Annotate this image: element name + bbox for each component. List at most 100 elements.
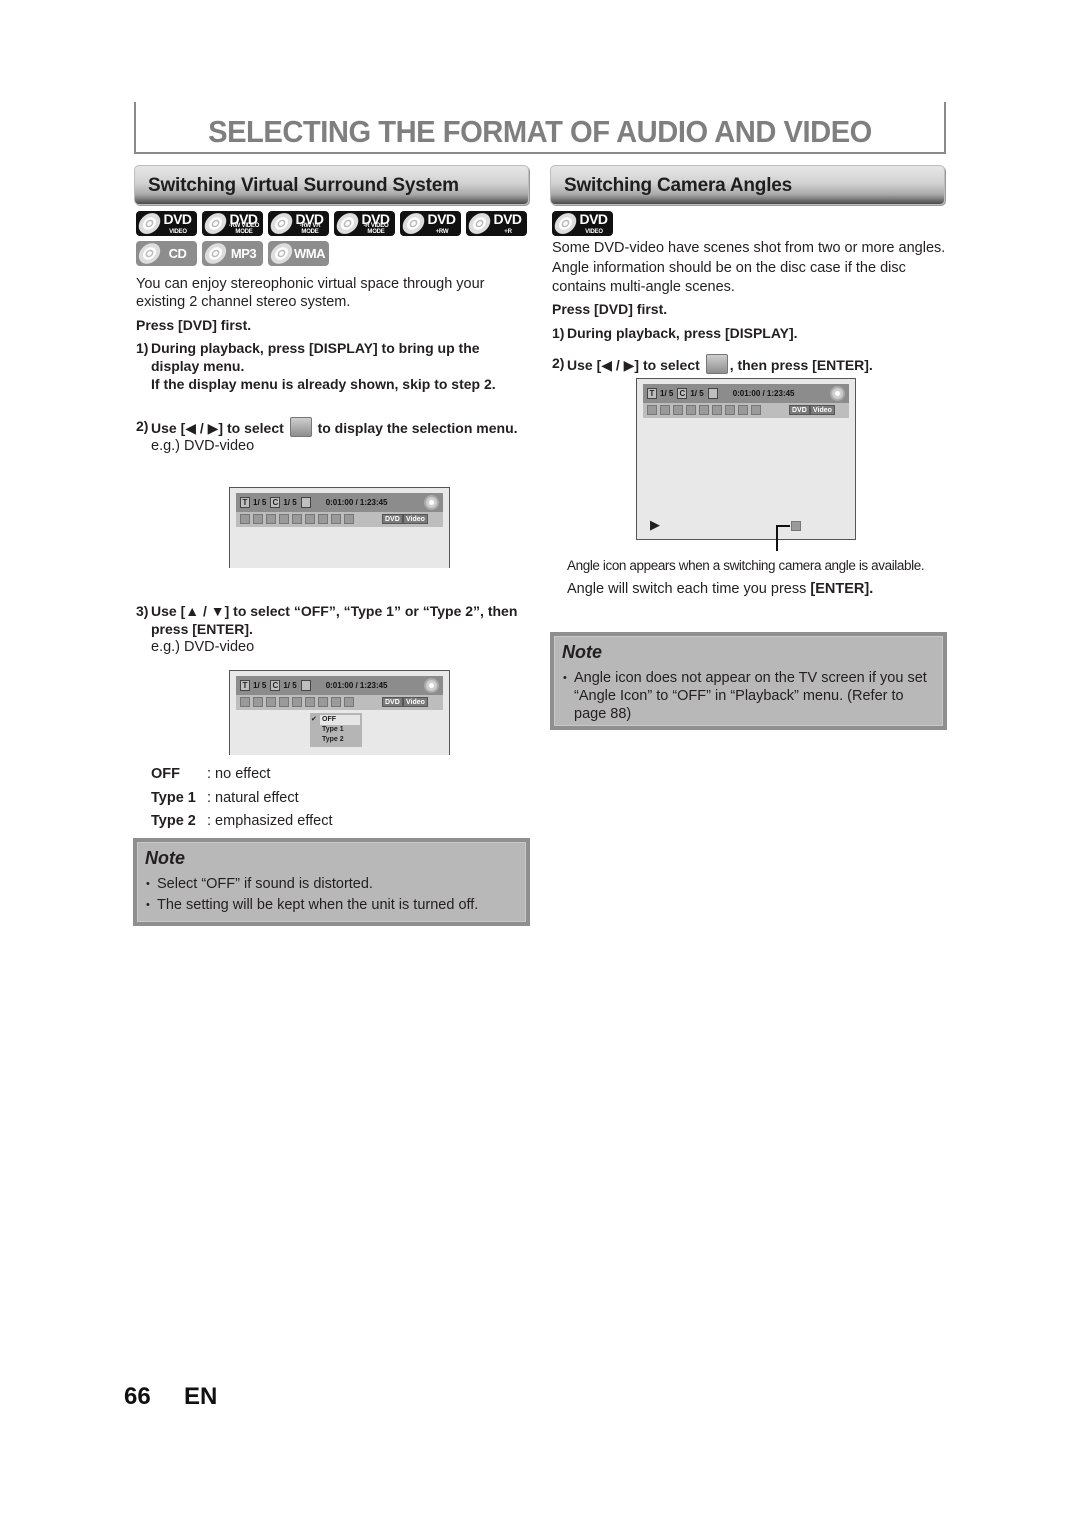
option-key: OFF: [151, 766, 180, 782]
clock-icon: [707, 388, 718, 399]
menu-option-type1[interactable]: Type 1: [310, 725, 362, 735]
note-item: Select “OFF” if sound is distorted.: [145, 875, 373, 893]
step-text: to display the selection menu.: [317, 420, 518, 436]
disc-icon-dvd-video: DVD VIDEO: [552, 211, 613, 236]
title-value: 1/ 5: [253, 498, 267, 507]
disc-icon-dvd-r-video: DVD -R VIDEO MODE: [334, 211, 395, 236]
press-dvd-first: Press [DVD] first.: [136, 317, 252, 333]
page-title: SELECTING THE FORMAT OF AUDIO AND VIDEO: [208, 114, 872, 149]
disc-icon: [268, 243, 295, 264]
osd-status-bar: T 1/ 5 C 1/ 5 0:01:00 / 1:23:45: [236, 493, 443, 512]
video-tag: Video: [403, 514, 428, 524]
menu-option-type2[interactable]: Type 2: [310, 735, 362, 745]
angle-indicator-icon: [791, 521, 801, 531]
osd-icons: [240, 697, 354, 707]
angle-icon: [279, 697, 289, 707]
camera-angle-icon: [705, 354, 728, 374]
time-readout: 0:01:00 / 1:23:45: [732, 389, 795, 398]
disc-icon-dvd-video: DVD VIDEO: [136, 211, 197, 236]
zoom-icon: [331, 514, 341, 524]
osd-screen-example-2: T 1/ 5 C 1/ 5 0:01:00 / 1:23:45 DVD Video …: [229, 670, 450, 755]
disc-icon: [136, 243, 163, 264]
title-box: T: [647, 388, 657, 399]
section-title: Switching Camera Angles: [564, 175, 793, 196]
note-item: The setting will be kept when the unit i…: [145, 896, 478, 914]
step-number: 2): [552, 355, 565, 371]
virtual-surround-icon: [344, 514, 354, 524]
chapter-box: C: [270, 680, 281, 691]
surround-selection-menu: ✔ OFF Type 1 Type 2: [310, 713, 362, 747]
disc-icon-dvd-rw-vr: DVD -RW VR MODE: [268, 211, 329, 236]
step-number: 3): [136, 603, 149, 619]
chapter-value: 1/ 5: [283, 681, 297, 690]
osd-screen-example-1: T 1/ 5 C 1/ 5 0:01:00 / 1:23:45 DVD Video: [229, 487, 450, 568]
play-icon: ▶: [650, 517, 660, 532]
dvd-tag: DVD: [382, 514, 403, 524]
repeat-icon: [292, 697, 302, 707]
disc-sub: VIDEO: [169, 229, 187, 235]
disc-icon: [400, 213, 427, 234]
leader-line-horizontal: [776, 525, 790, 527]
disc-icon-dvd-rw-video: DVD -RW VIDEO MODE: [202, 211, 263, 236]
disc-icon: [202, 213, 229, 234]
title-box: T: [240, 497, 250, 508]
section-header-camera-angles: Switching Camera Angles: [550, 165, 945, 205]
step-text: Use [▲ / ▼] to select “OFF”, “Type 1” or…: [151, 603, 518, 637]
disc-icons-row-2: CD MP3 WMA: [136, 241, 329, 266]
marker-icon: [305, 697, 315, 707]
leader-line-vertical: [776, 525, 778, 551]
disc-icon: [268, 213, 295, 234]
subtitle-icon: [673, 405, 683, 415]
option-desc: : emphasized effect: [207, 813, 333, 829]
marker-icon: [305, 514, 315, 524]
video-tag: Video: [403, 697, 428, 707]
chapter-value: 1/ 5: [283, 498, 297, 507]
osd-status-bar: T 1/ 5 C 1/ 5 0:01:00 / 1:23:45: [236, 676, 443, 695]
option-key: Type 2: [151, 813, 196, 829]
osd-icon-bar: DVD Video: [236, 512, 443, 527]
page-title-box: SELECTING THE FORMAT OF AUDIO AND VIDEO: [134, 102, 946, 154]
disc-sub: +RW: [435, 229, 449, 235]
note-title: Note: [145, 848, 185, 868]
example-label: e.g.) DVD-video: [151, 639, 255, 655]
step-number: 1): [136, 340, 149, 356]
enter-key: [ENTER].: [810, 581, 874, 597]
search-icon: [647, 405, 657, 415]
note-box-left: Note Select “OFF” if sound is distorted.…: [133, 838, 530, 926]
time-readout: 0:01:00 / 1:23:45: [325, 681, 388, 690]
title-box: T: [240, 680, 250, 691]
section-header-virtual-surround: Switching Virtual Surround System: [134, 165, 529, 205]
audio-icon: [253, 697, 263, 707]
note-item: Angle icon does not appear on the TV scr…: [562, 669, 937, 723]
search-icon: [240, 697, 250, 707]
noise-reduction-icon: [318, 697, 328, 707]
osd-icon-bar: DVD Video: [236, 695, 443, 710]
step-text: During playback, press [DISPLAY] to brin…: [151, 340, 480, 374]
note-title: Note: [562, 642, 602, 662]
disc-icon: [424, 678, 439, 693]
step-number: 1): [552, 325, 565, 341]
disc-icons-row-1: DVD VIDEO DVD -RW VIDEO MODE DVD -RW VR MOD…: [136, 211, 527, 236]
clock-icon: [300, 680, 311, 691]
section-title: Switching Virtual Surround System: [148, 175, 459, 196]
disc-label: DVD: [579, 211, 608, 227]
virtual-surround-icon: [751, 405, 761, 415]
menu-option-off[interactable]: ✔ OFF: [311, 715, 360, 725]
dvd-tag: DVD: [382, 697, 403, 707]
step-text: , then press [ENTER].: [729, 357, 873, 373]
text: Angle will switch each time you press: [567, 581, 811, 597]
page-number: 66: [124, 1383, 151, 1410]
chapter-value: 1/ 5: [690, 389, 704, 398]
disc-icon: [202, 243, 229, 264]
dvd-tag: DVD: [789, 405, 810, 415]
intro-text: You can enjoy stereophonic virtual space…: [136, 276, 485, 310]
noise-reduction-icon: [725, 405, 735, 415]
audio-icon: [660, 405, 670, 415]
disc-icon: [424, 495, 439, 510]
disc-sub: VIDEO: [585, 229, 603, 235]
option-key: Type 1: [151, 790, 196, 806]
osd-screen-angle: T 1/ 5 C 1/ 5 0:01:00 / 1:23:45 DVD Video …: [636, 378, 856, 540]
option-label: Type 2: [322, 736, 344, 743]
disc-icon-mp3: MP3: [202, 241, 263, 266]
disc-icon-cd: CD: [136, 241, 197, 266]
